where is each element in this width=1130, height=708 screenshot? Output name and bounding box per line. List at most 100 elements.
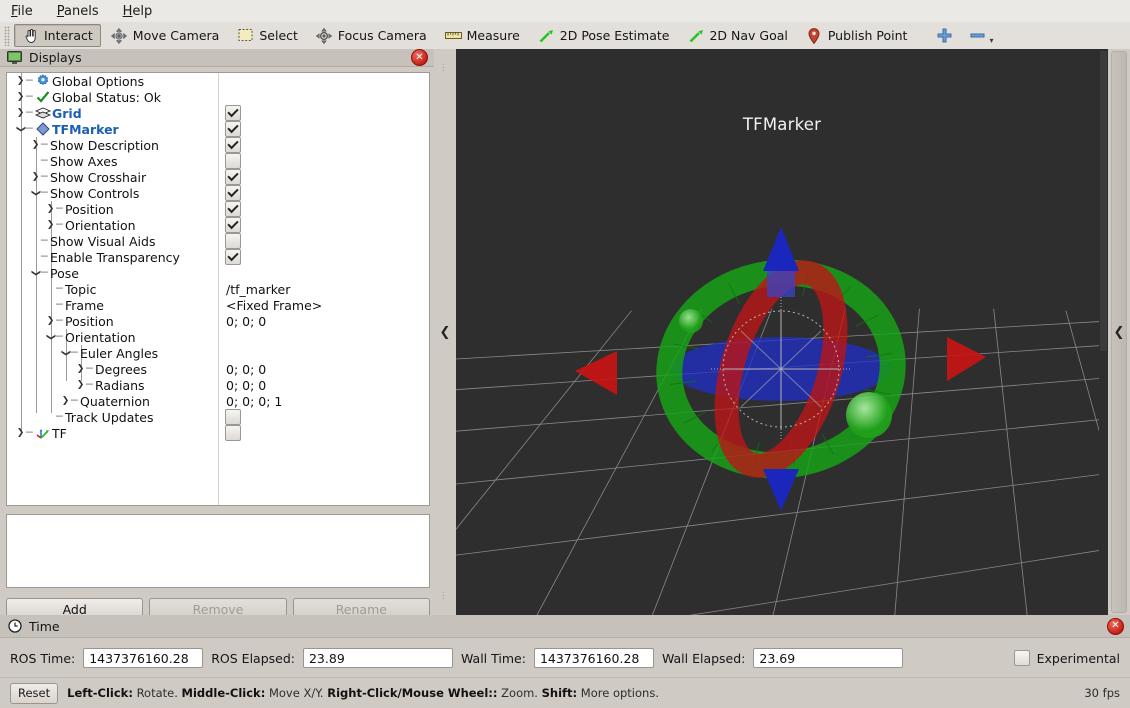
chevron-right-icon[interactable]: ❯ [75, 361, 86, 377]
tree-value-pose-position[interactable]: 0; 0; 0 [219, 313, 429, 329]
tree-item-show-axes[interactable]: ─ Show Axes [7, 153, 218, 169]
tree-item-quaternion[interactable]: ❯ ─ Quaternion [7, 393, 218, 409]
chevron-right-icon[interactable]: ❯ [60, 393, 71, 409]
tree-value-topic[interactable]: /tf_marker [219, 281, 429, 297]
tree-checkbox-position[interactable] [219, 201, 429, 217]
tree-value-frame[interactable]: <Fixed Frame> [219, 297, 429, 313]
checkbox-icon[interactable] [225, 153, 241, 169]
chevron-right-icon[interactable]: ❯ [15, 73, 26, 89]
viewport-scrollbar[interactable] [1099, 49, 1108, 615]
tree-checkbox-show-controls[interactable] [219, 185, 429, 201]
chevron-down-icon[interactable]: ❯ [58, 348, 74, 359]
chevron-left-icon[interactable]: ❮ [440, 326, 451, 339]
reset-button[interactable]: Reset [10, 682, 59, 704]
tree-item-pose-orientation[interactable]: ❯ ─ Orientation [7, 329, 218, 345]
tree-value-radians[interactable]: 0; 0; 0 [219, 377, 429, 393]
chevron-down-icon[interactable]: ❯ [13, 124, 29, 135]
chevron-right-icon[interactable]: ❯ [45, 201, 56, 217]
chevron-right-icon[interactable]: ❯ [15, 425, 26, 441]
menu-help[interactable]: Help [120, 3, 156, 20]
tool-2d-nav-goal[interactable]: 2D Nav Goal [679, 24, 795, 47]
tree-item-show-controls[interactable]: ❯ ─ Show Controls [7, 185, 218, 201]
chevron-down-icon[interactable]: ❯ [28, 268, 44, 279]
tree-item-frame[interactable]: ─ Frame [7, 297, 218, 313]
interactive-marker[interactable] [561, 219, 1001, 519]
checkbox-icon[interactable] [225, 169, 241, 185]
chevron-down-icon[interactable]: ▾ [989, 36, 993, 45]
checkbox-icon[interactable] [225, 249, 241, 265]
tree-item-enable-transparency[interactable]: ─ Enable Transparency [7, 249, 218, 265]
tree-item-degrees[interactable]: ❯ ─ Degrees [7, 361, 218, 377]
tree-checkbox-tfmarker[interactable] [219, 121, 429, 137]
tree-item-track-updates[interactable]: ─ Track Updates [7, 409, 218, 425]
tree-item-global-options[interactable]: ❯ ─ Global Options [7, 73, 218, 89]
right-panel-splitter[interactable]: ❮ [1108, 49, 1130, 615]
checkbox-icon[interactable] [225, 217, 241, 233]
chevron-right-icon[interactable]: ❯ [45, 217, 56, 233]
tree-checkbox-show-visual-aids[interactable] [219, 233, 429, 249]
chevron-right-icon[interactable]: ❯ [15, 89, 26, 105]
tree-item-euler-angles[interactable]: ❯ ─ Euler Angles [7, 345, 218, 361]
render-view[interactable]: TFMarker [456, 49, 1108, 615]
remove-tool-button[interactable]: ▾ [962, 24, 1000, 47]
tool-publish-point[interactable]: Publish Point [798, 24, 916, 47]
tree-item-tf[interactable]: ❯ ─ TF [7, 425, 218, 441]
toolbar-grip[interactable] [4, 25, 10, 46]
checkbox-icon[interactable] [225, 185, 241, 201]
close-icon[interactable]: ✕ [411, 49, 428, 66]
tree-item-show-crosshair[interactable]: ❯ ─ Show Crosshair [7, 169, 218, 185]
tree-item-grid[interactable]: ❯ ─ Grid [7, 105, 218, 121]
chevron-right-icon[interactable]: ❯ [75, 377, 86, 393]
tree-item-radians[interactable]: ❯ ─ Radians [7, 377, 218, 393]
chevron-right-icon[interactable]: ❯ [30, 169, 41, 185]
menu-file[interactable]: File [8, 3, 36, 20]
tree-value-degrees[interactable]: 0; 0; 0 [219, 361, 429, 377]
tree-checkbox-enable-transparency[interactable] [219, 249, 429, 265]
tree-item-pose[interactable]: ❯ ─ Pose [7, 265, 218, 281]
experimental-checkbox[interactable] [1013, 650, 1030, 666]
tree-checkbox-grid[interactable] [219, 105, 429, 121]
tree-checkbox-show-description[interactable] [219, 137, 429, 153]
tree-checkbox-track-updates[interactable] [219, 409, 429, 425]
tree-checkbox-tf[interactable] [219, 425, 429, 441]
tool-interact[interactable]: Interact [14, 24, 101, 47]
tree-checkbox-orientation[interactable] [219, 217, 429, 233]
tree-item-pose-position[interactable]: ❯ ─ Position [7, 313, 218, 329]
tool-2d-pose-estimate[interactable]: 2D Pose Estimate [530, 24, 678, 47]
displays-splitter[interactable]: ❮ [434, 49, 456, 615]
checkbox-icon[interactable] [225, 137, 241, 153]
tree-item-show-visual-aids[interactable]: ─ Show Visual Aids [7, 233, 218, 249]
checkbox-icon[interactable] [225, 425, 241, 441]
checkbox-icon[interactable] [225, 233, 241, 249]
checkbox-icon[interactable] [225, 121, 241, 137]
chevron-right-icon[interactable]: ❯ [15, 105, 26, 121]
chevron-down-icon[interactable]: ❯ [43, 332, 59, 343]
tree-item-tfmarker[interactable]: ❯ ─ TFMarker [7, 121, 218, 137]
viewport-scrollbar-thumb[interactable] [1100, 51, 1107, 351]
tree-item-topic[interactable]: ─ Topic [7, 281, 218, 297]
close-icon[interactable]: ✕ [1107, 617, 1124, 635]
add-tool-button[interactable] [929, 24, 960, 47]
tree-item-position[interactable]: ❯ ─ Position [7, 201, 218, 217]
tool-select[interactable]: Select [229, 24, 306, 47]
tree-item-show-description[interactable]: ❯ ─ Show Description [7, 137, 218, 153]
tree-item-global-status[interactable]: ❯ ─ Global Status: Ok [7, 89, 218, 105]
tree-item-orientation[interactable]: ❯ ─ Orientation [7, 217, 218, 233]
chevron-right-icon[interactable]: ❯ [30, 137, 41, 153]
chevron-right-icon[interactable]: ❯ [45, 313, 56, 329]
checkbox-icon[interactable] [225, 105, 241, 121]
ros-time-field[interactable]: 1437376160.28 [83, 648, 204, 668]
chevron-down-icon[interactable]: ❯ [28, 188, 44, 199]
checkbox-icon[interactable] [225, 201, 241, 217]
chevron-left-icon[interactable]: ❮ [1114, 325, 1125, 340]
displays-tree[interactable]: ❯ ─ Global Options ❯ ─ Global Status: Ok ❯ ─ Gri… [6, 72, 430, 506]
tool-focus-camera[interactable]: Focus Camera [308, 24, 435, 47]
ros-elapsed-field[interactable]: 23.89 [302, 648, 453, 668]
wall-time-field[interactable]: 1437376160.28 [533, 648, 654, 668]
wall-elapsed-field[interactable]: 23.69 [753, 648, 904, 668]
tool-move-camera[interactable]: Move Camera [103, 24, 228, 47]
tree-checkbox-show-crosshair[interactable] [219, 169, 429, 185]
tree-value-quaternion[interactable]: 0; 0; 0; 1 [219, 393, 429, 409]
tool-measure[interactable]: Measure [437, 24, 528, 47]
tree-checkbox-show-axes[interactable] [219, 153, 429, 169]
